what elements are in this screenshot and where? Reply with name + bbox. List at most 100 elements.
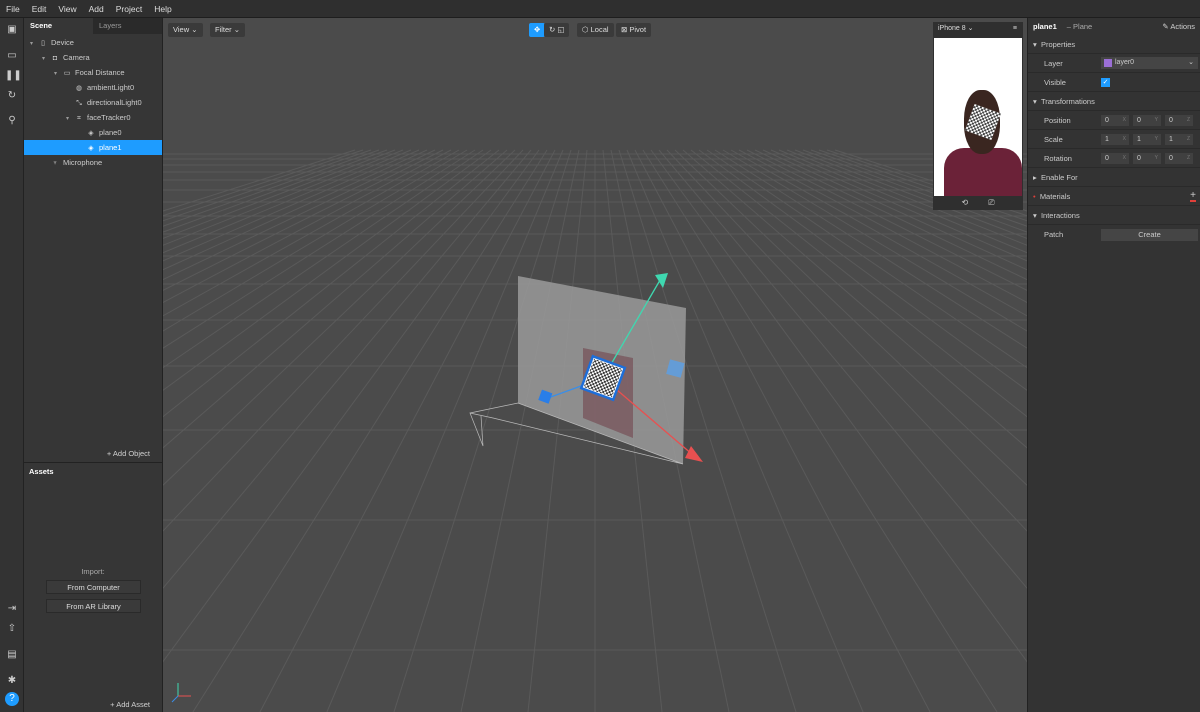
grid-floor [163, 149, 1027, 712]
layout-icon[interactable]: ▣ [5, 23, 19, 37]
scale-row: Scale 1 X 1 Y 1 Z [1028, 130, 1200, 149]
video-icon[interactable]: ▭ [5, 49, 19, 63]
pivot-label: Pivot [629, 25, 647, 34]
tree-item-directionalLight0[interactable]: ⤡ directionalLight0 [24, 95, 162, 110]
tree-item-label: Focal Distance [75, 68, 125, 77]
scale-z[interactable]: 1Z [1165, 133, 1193, 145]
import-label: Import: [81, 567, 105, 576]
rotation-x[interactable]: 0X [1101, 152, 1129, 164]
tree-item-ambientLight0[interactable]: ◍ ambientLight0 [24, 80, 162, 95]
position-x[interactable]: 0X [1101, 114, 1129, 126]
microphone-icon: ♆ [52, 160, 58, 167]
menu-add[interactable]: Add [83, 4, 110, 14]
move-tool-icon[interactable]: ✥ [529, 23, 546, 37]
camera-preview [934, 38, 1022, 196]
tab-layers[interactable]: Layers [93, 18, 162, 34]
layer-select[interactable]: layer0 ⌄ [1101, 57, 1198, 69]
tree-item-label: Camera [63, 53, 90, 62]
materials-label: Materials [1039, 191, 1071, 201]
help-icon[interactable]: ? [5, 692, 19, 706]
position-y[interactable]: 0Y [1133, 114, 1161, 126]
add-object-button[interactable]: + Add Object [107, 449, 150, 458]
rotate-device-icon[interactable]: ⎚ [988, 196, 994, 210]
menu-file[interactable]: File [0, 4, 26, 14]
left-toolbar: ▣ ▭ ❚❚ ↻ ⚲ ⇥ ⇧ ▤ ✱ ? [0, 18, 24, 712]
actions-label: Actions [1170, 22, 1195, 31]
create-patch-button[interactable]: Create [1101, 228, 1198, 241]
inspector-panel: plane1 – Plane ✎ Actions ▾ Properties Laye… [1027, 18, 1200, 712]
share-icon[interactable]: ⇧ [5, 622, 19, 636]
from-ar-library-button[interactable]: From AR Library [46, 599, 141, 613]
position-label: Position [1044, 115, 1071, 125]
transformations-section[interactable]: ▾ Transformations [1028, 92, 1200, 111]
filter-dropdown[interactable]: Filter ⌄ [210, 23, 246, 37]
actions-button[interactable]: ✎ Actions [1162, 22, 1195, 31]
device-dropdown[interactable]: iPhone 8 ⌄ [938, 25, 973, 32]
tree-item-Microphone[interactable]: ♆ Microphone [24, 155, 162, 170]
cube-icon: ⬡ [582, 25, 591, 34]
assets-panel: Assets Import: From Computer From AR Lib… [24, 462, 163, 712]
object-type: – Plane [1066, 22, 1093, 31]
menu-icon[interactable]: ≡ [1013, 22, 1017, 36]
tree-item-Focal Distance[interactable]: ▾ ▭ Focal Distance [24, 65, 162, 80]
focal-distance-icon: ▭ [63, 70, 71, 77]
tree-item-plane1[interactable]: ◈ plane1 [24, 140, 162, 155]
menu-bar: File Edit View Add Project Help [0, 0, 1200, 18]
face-tracker-icon: ⌗ [77, 115, 81, 122]
view-dropdown[interactable]: View ⌄ [168, 23, 203, 37]
folder-icon[interactable]: ▤ [5, 648, 19, 662]
visible-checkbox[interactable]: ✓ [1101, 77, 1110, 87]
patch-label: Patch [1044, 230, 1064, 239]
add-asset-button[interactable]: + Add Asset [110, 700, 150, 709]
properties-label: Properties [1040, 39, 1076, 49]
menu-view[interactable]: View [52, 4, 82, 14]
tree-item-Device[interactable]: ▾ ▯ Device [24, 35, 162, 50]
tree-item-plane0[interactable]: ◈ plane0 [24, 125, 162, 140]
materials-section[interactable]: • Materials + [1028, 187, 1200, 206]
pause-icon[interactable]: ❚❚ [5, 69, 22, 83]
menu-help[interactable]: Help [148, 4, 177, 14]
menu-edit[interactable]: Edit [26, 4, 53, 14]
tree-item-label: plane1 [99, 143, 122, 152]
from-computer-button[interactable]: From Computer [46, 580, 141, 594]
search-icon[interactable]: ⚲ [5, 114, 19, 128]
local-button[interactable]: ⬡ Local [577, 23, 614, 37]
bug-icon[interactable]: ✱ [5, 674, 19, 688]
layer-value: layer0 [1115, 59, 1135, 66]
add-material-icon[interactable]: + [1190, 190, 1196, 202]
tree-item-label: directionalLight0 [87, 98, 142, 107]
menu-project[interactable]: Project [110, 4, 148, 14]
rotation-row: Rotation 0 X 0 Y 0 Z [1028, 149, 1200, 168]
enable-for-section[interactable]: ▸ Enable For [1028, 168, 1200, 187]
scale-label: Scale [1044, 134, 1063, 144]
refresh-icon[interactable]: ↻ [5, 89, 19, 103]
rotate-tool-icon[interactable]: ↻ ◱ [544, 23, 570, 37]
assets-title: Assets [29, 467, 54, 476]
scale-y[interactable]: 1Y [1133, 133, 1161, 145]
local-label: Local [590, 25, 609, 34]
camera-icon: ◘ [52, 55, 58, 62]
directional-light-icon: ⤡ [76, 100, 82, 107]
scale-x[interactable]: 1X [1101, 133, 1129, 145]
visible-label: Visible [1044, 77, 1066, 87]
enable-for-label: Enable For [1040, 172, 1078, 182]
pivot-button[interactable]: ⊠ Pivot [616, 23, 652, 37]
device-icon: ▯ [41, 40, 45, 47]
simulator-preview: iPhone 8 ⌄ ≡ ⟲ ⎚ [933, 22, 1023, 210]
tree-item-label: plane0 [99, 128, 122, 137]
tab-scene[interactable]: Scene [24, 18, 93, 34]
tree-item-faceTracker0[interactable]: ▾ ⌗ faceTracker0 [24, 110, 162, 125]
position-z[interactable]: 0Z [1165, 114, 1193, 126]
flip-camera-icon[interactable]: ⟲ [961, 196, 968, 210]
position-row: Position 0 X 0 Y 0 Z [1028, 111, 1200, 130]
send-to-device-icon[interactable]: ⇥ [5, 602, 19, 616]
interactions-section[interactable]: ▾ Interactions [1028, 206, 1200, 225]
tree-item-Camera[interactable]: ▾ ◘ Camera [24, 50, 162, 65]
scene-viewport[interactable]: View ⌄ Filter ⌄ ✥ ↻ ◱ ⬡ Local ⊠ Pivot iP… [163, 18, 1027, 712]
rotation-y[interactable]: 0Y [1133, 152, 1161, 164]
properties-section[interactable]: ▾ Properties [1028, 35, 1200, 54]
scene-panel: Scene Layers ▾ ▯ Device ▾ ◘ Camera ▾ ▭ Focal Dis… [24, 18, 163, 462]
rotation-z[interactable]: 0Z [1165, 152, 1193, 164]
tree-item-label: Device [51, 38, 74, 47]
interactions-label: Interactions [1040, 210, 1080, 220]
